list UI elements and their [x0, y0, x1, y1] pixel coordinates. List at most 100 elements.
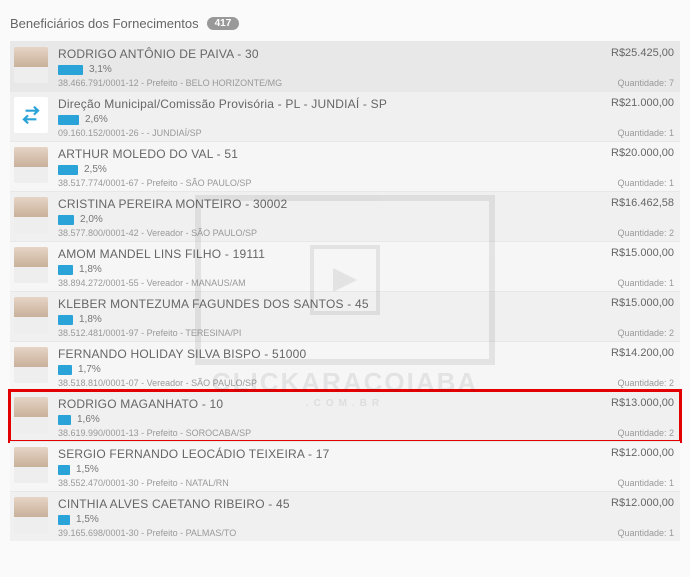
beneficiary-name: KLEBER MONTEZUMA FAGUNDES DOS SANTOS - 4… — [58, 297, 584, 311]
quantity: Quantidade: 1 — [592, 478, 674, 488]
percent-bar — [58, 115, 79, 125]
percent-bar — [58, 165, 78, 175]
percent-bar-row: 2,0% — [58, 214, 584, 225]
amount: R$15.000,00 — [592, 247, 674, 259]
beneficiary-row[interactable]: ARTHUR MOLEDO DO VAL - 51 2,5% 38.517.774/… — [10, 141, 680, 191]
percent-label: 1,7% — [78, 364, 101, 375]
beneficiary-list: RODRIGO ANTÔNIO DE PAIVA - 30 3,1% 38.466.… — [10, 41, 680, 541]
percent-label: 2,5% — [84, 164, 107, 175]
swap-icon — [18, 102, 44, 128]
beneficiary-row[interactable]: RODRIGO MAGANHATO - 10 1,6% 38.619.990/000… — [10, 391, 680, 441]
row-content: RODRIGO ANTÔNIO DE PAIVA - 30 3,1% 38.466.… — [58, 47, 584, 88]
quantity: Quantidade: 1 — [592, 178, 674, 188]
quantity: Quantidade: 1 — [592, 528, 674, 538]
avatar — [14, 197, 48, 233]
beneficiary-row[interactable]: SERGIO FERNANDO LEOCÁDIO TEIXEIRA - 17 1,… — [10, 441, 680, 491]
row-right: R$13.000,00 Quantidade: 2 — [584, 397, 674, 438]
beneficiary-name: AMOM MANDEL LINS FILHO - 19111 — [58, 247, 584, 261]
row-right: R$14.200,00 Quantidade: 2 — [584, 347, 674, 388]
beneficiary-name: ARTHUR MOLEDO DO VAL - 51 — [58, 147, 584, 161]
beneficiary-row[interactable]: CRISTINA PEREIRA MONTEIRO - 30002 2,0% 38.… — [10, 191, 680, 241]
beneficiary-row[interactable]: KLEBER MONTEZUMA FAGUNDES DOS SANTOS - 4… — [10, 291, 680, 341]
beneficiary-row[interactable]: FERNANDO HOLIDAY SILVA BISPO - 51000 1,7%… — [10, 341, 680, 391]
avatar — [14, 147, 48, 183]
percent-bar-row: 1,7% — [58, 364, 584, 375]
row-right: R$21.000,00Quantidade: 1 — [584, 97, 674, 138]
percent-bar — [58, 365, 72, 375]
avatar — [14, 47, 48, 83]
beneficiary-meta: 38.512.481/0001-97 - Prefeito - TERESINA… — [58, 328, 584, 338]
beneficiary-name: CRISTINA PEREIRA MONTEIRO - 30002 — [58, 197, 584, 211]
quantity: Quantidade: 7 — [592, 78, 674, 88]
amount: R$14.200,00 — [592, 347, 674, 359]
percent-label: 2,0% — [80, 214, 103, 225]
percent-bar-row: 1,8% — [58, 264, 584, 275]
row-right: R$20.000,00 Quantidade: 1 — [584, 147, 674, 188]
beneficiary-row[interactable]: Direção Municipal/Comissão Provisória - … — [10, 91, 680, 141]
percent-bar-row: 1,5% — [58, 464, 584, 475]
beneficiary-name: RODRIGO ANTÔNIO DE PAIVA - 30 — [58, 47, 584, 61]
row-content: Direção Municipal/Comissão Provisória - … — [58, 97, 584, 138]
beneficiary-meta: 39.165.698/0001-30 - Prefeito - PALMAS/T… — [58, 528, 584, 538]
beneficiary-name: CINTHIA ALVES CAETANO RIBEIRO - 45 — [58, 497, 584, 511]
amount: R$12.000,00 — [592, 497, 674, 509]
percent-bar-row: 1,6% — [58, 414, 584, 425]
row-content: FERNANDO HOLIDAY SILVA BISPO - 51000 1,7%… — [58, 347, 584, 388]
avatar — [14, 247, 48, 283]
quantity: Quantidade: 2 — [592, 228, 674, 238]
beneficiary-name: FERNANDO HOLIDAY SILVA BISPO - 51000 — [58, 347, 584, 361]
percent-label: 1,5% — [76, 464, 99, 475]
beneficiary-meta: 38.619.990/0001-13 - Prefeito - SOROCABA… — [58, 428, 584, 438]
row-right: R$15.000,00Quantidade: 1 — [584, 247, 674, 288]
percent-bar-row: 2,5% — [58, 164, 584, 175]
row-content: SERGIO FERNANDO LEOCÁDIO TEIXEIRA - 17 1,… — [58, 447, 584, 488]
beneficiary-name: RODRIGO MAGANHATO - 10 — [58, 397, 584, 411]
percent-bar — [58, 315, 73, 325]
amount: R$25.425,00 — [592, 47, 674, 59]
percent-label: 1,8% — [79, 314, 102, 325]
avatar — [14, 297, 48, 333]
avatar — [14, 497, 48, 533]
row-right: R$25.425,00 Quantidade: 7 — [584, 47, 674, 88]
row-right: R$16.462,58Quantidade: 2 — [584, 197, 674, 238]
beneficiary-name: Direção Municipal/Comissão Provisória - … — [58, 97, 584, 111]
percent-label: 1,8% — [79, 264, 102, 275]
row-content: ARTHUR MOLEDO DO VAL - 51 2,5% 38.517.774/… — [58, 147, 584, 188]
row-right: R$12.000,00 Quantidade: 1 — [584, 497, 674, 538]
org-icon — [14, 97, 48, 133]
beneficiary-meta: 38.577.800/0001-42 - Vereador - SÃO PAUL… — [58, 228, 584, 238]
percent-bar-row: 2,6% — [58, 114, 584, 125]
amount: R$15.000,00 — [592, 297, 674, 309]
amount: R$13.000,00 — [592, 397, 674, 409]
beneficiary-row[interactable]: CINTHIA ALVES CAETANO RIBEIRO - 45 1,5% 39… — [10, 491, 680, 541]
beneficiaries-panel: Beneficiários dos Fornecimentos 417 RODR… — [0, 0, 690, 549]
row-content: CINTHIA ALVES CAETANO RIBEIRO - 45 1,5% 39… — [58, 497, 584, 538]
row-right: R$12.000,00 Quantidade: 1 — [584, 447, 674, 488]
beneficiary-meta: 09.160.152/0001-26 - - JUNDIAÍ/SP — [58, 128, 584, 138]
beneficiary-meta: 38.466.791/0001-12 - Prefeito - BELO HOR… — [58, 78, 584, 88]
percent-label: 3,1% — [89, 64, 112, 75]
percent-bar — [58, 465, 70, 475]
percent-bar-row: 3,1% — [58, 64, 584, 75]
amount: R$12.000,00 — [592, 447, 674, 459]
beneficiary-name: SERGIO FERNANDO LEOCÁDIO TEIXEIRA - 17 — [58, 447, 584, 461]
beneficiary-meta: 38.518.810/0001-07 - Vereador - SÃO PAUL… — [58, 378, 584, 388]
beneficiary-row[interactable]: RODRIGO ANTÔNIO DE PAIVA - 30 3,1% 38.466.… — [10, 41, 680, 91]
beneficiary-meta: 38.517.774/0001-67 - Prefeito - SÃO PAUL… — [58, 178, 584, 188]
beneficiary-row[interactable]: AMOM MANDEL LINS FILHO - 19111 1,8% 38.894… — [10, 241, 680, 291]
beneficiary-meta: 38.894.272/0001-55 - Vereador - MANAUS/A… — [58, 278, 584, 288]
quantity: Quantidade: 2 — [592, 428, 674, 438]
percent-bar-row: 1,5% — [58, 514, 584, 525]
quantity: Quantidade: 2 — [592, 378, 674, 388]
percent-label: 1,6% — [77, 414, 100, 425]
count-badge: 417 — [207, 17, 240, 30]
amount: R$21.000,00 — [592, 97, 674, 109]
panel-header: Beneficiários dos Fornecimentos 417 — [10, 8, 680, 41]
quantity: Quantidade: 2 — [592, 328, 674, 338]
beneficiary-meta: 38.552.470/0001-30 - Prefeito - NATAL/RN — [58, 478, 584, 488]
percent-label: 2,6% — [85, 114, 108, 125]
percent-label: 1,5% — [76, 514, 99, 525]
row-content: AMOM MANDEL LINS FILHO - 19111 1,8% 38.894… — [58, 247, 584, 288]
avatar — [14, 447, 48, 483]
amount: R$20.000,00 — [592, 147, 674, 159]
